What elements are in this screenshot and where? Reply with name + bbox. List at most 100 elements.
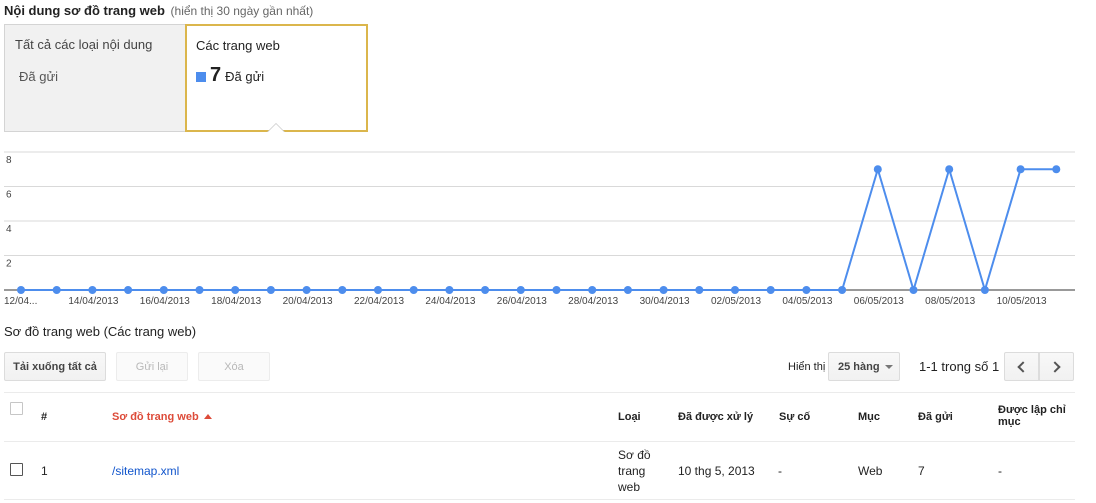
tab-all-label: Tất cả các loại nội dung bbox=[15, 37, 153, 52]
x-tick-label: 28/04/2013 bbox=[568, 296, 618, 307]
y-tick-label: 8 bbox=[6, 155, 12, 166]
data-point bbox=[588, 286, 597, 294]
col-header-num: # bbox=[41, 411, 48, 423]
table-title: Sơ đồ trang web (Các trang web) bbox=[4, 324, 197, 339]
y-tick-label: 4 bbox=[6, 224, 12, 235]
content-type-tabs: Tất cả các loại nội dung Đã gửi Các tran… bbox=[4, 24, 368, 132]
data-point bbox=[516, 286, 525, 294]
previous-page-button[interactable] bbox=[1004, 352, 1039, 381]
tab-web-label: Các trang web bbox=[196, 38, 280, 53]
data-point bbox=[302, 286, 311, 294]
x-tick-label: 20/04/2013 bbox=[283, 296, 333, 307]
data-point bbox=[88, 286, 97, 294]
tab-web-sub-label: Đã gửi bbox=[225, 69, 265, 84]
x-tick-label: 04/05/2013 bbox=[782, 296, 832, 307]
x-tick-label: 22/04/2013 bbox=[354, 296, 404, 307]
data-point bbox=[623, 286, 632, 294]
col-header-processed[interactable]: Đã được xử lý bbox=[678, 411, 753, 423]
data-point bbox=[980, 286, 989, 294]
data-point bbox=[52, 286, 61, 294]
x-tick-label: 10/05/2013 bbox=[997, 296, 1047, 307]
x-tick-label: 26/04/2013 bbox=[497, 296, 547, 307]
chevron-right-icon bbox=[1049, 360, 1061, 373]
row-issues: - bbox=[778, 464, 782, 478]
tab-web-pages[interactable]: Các trang web 7 Đã gửi bbox=[185, 24, 368, 132]
y-tick-label: 6 bbox=[6, 190, 12, 201]
data-point bbox=[552, 286, 561, 294]
sort-ascending-icon bbox=[203, 414, 212, 419]
y-tick-label: 2 bbox=[6, 259, 12, 270]
data-point bbox=[1016, 165, 1025, 174]
data-point bbox=[1052, 165, 1061, 174]
active-tab-caret bbox=[267, 123, 285, 132]
row-checkbox[interactable] bbox=[10, 463, 23, 476]
chevron-left-icon bbox=[1017, 360, 1029, 373]
tab-web-count: 7 bbox=[210, 64, 222, 86]
data-point bbox=[873, 165, 882, 174]
data-point bbox=[231, 286, 240, 294]
col-header-issues[interactable]: Sự cố bbox=[779, 411, 810, 423]
row-type: Sơ đồ trang web bbox=[618, 447, 651, 495]
data-point bbox=[838, 286, 847, 294]
data-point bbox=[124, 286, 133, 294]
data-point bbox=[409, 286, 418, 294]
col-header-indexed-line2: mục bbox=[998, 416, 1021, 428]
col-header-type[interactable]: Loại bbox=[618, 411, 641, 423]
col-header-indexed[interactable]: Được lập chỉ mục bbox=[998, 404, 1066, 428]
row-indexed: - bbox=[998, 464, 1002, 478]
data-point bbox=[159, 286, 168, 294]
delete-button[interactable]: Xóa bbox=[198, 352, 270, 381]
sitemap-line-chart: 2 4 6 8 12/04... 14/04/2013 16/04/2013 18/04/20… bbox=[4, 151, 1075, 307]
x-tick-label: 06/05/2013 bbox=[854, 296, 904, 307]
rows-per-page-label: Hiển thị bbox=[788, 361, 826, 373]
data-point bbox=[374, 286, 382, 294]
series-color-swatch bbox=[196, 71, 206, 82]
data-point bbox=[445, 286, 454, 294]
x-tick-label: 16/04/2013 bbox=[140, 296, 190, 307]
row-item: Web bbox=[858, 464, 883, 478]
section-heading: Nội dung sơ đồ trang web bbox=[4, 3, 165, 18]
section-subtitle: (hiển thị 30 ngày gần nhất) bbox=[170, 4, 314, 18]
data-point bbox=[481, 286, 490, 294]
table-header: # Sơ đồ trang web Loại Đã được xử lý Sự … bbox=[4, 392, 1075, 442]
data-point bbox=[338, 286, 347, 294]
x-tick-label: 18/04/2013 bbox=[211, 296, 261, 307]
col-header-indexed-line1: Được lập chỉ bbox=[998, 404, 1066, 416]
data-point bbox=[731, 286, 739, 294]
row-type-line2: trang bbox=[618, 464, 646, 478]
data-point bbox=[17, 286, 25, 294]
resend-button[interactable]: Gửi lại bbox=[116, 352, 188, 381]
col-header-submitted[interactable]: Đã gửi bbox=[918, 411, 953, 423]
col-header-sitemap-label: Sơ đồ trang web bbox=[112, 411, 199, 423]
row-submitted: 7 bbox=[918, 464, 925, 478]
select-all-checkbox[interactable] bbox=[10, 402, 23, 415]
row-num: 1 bbox=[41, 464, 48, 478]
row-type-line3: web bbox=[618, 480, 641, 494]
data-point bbox=[766, 286, 775, 294]
x-tick-label: 02/05/2013 bbox=[711, 296, 761, 307]
row-type-line1: Sơ đồ bbox=[618, 448, 651, 462]
table-row: 1 /sitemap.xml Sơ đồ trang web 10 thg 5,… bbox=[4, 443, 1075, 500]
series-line bbox=[21, 165, 1057, 294]
x-tick-label: 14/04/2013 bbox=[68, 296, 118, 307]
sitemap-link[interactable]: /sitemap.xml bbox=[112, 464, 179, 478]
pagination-info: 1-1 trong số 1 bbox=[919, 359, 1000, 374]
rows-per-page-select[interactable]: 25 hàng bbox=[828, 352, 900, 381]
data-point bbox=[695, 286, 704, 294]
col-header-item[interactable]: Mục bbox=[858, 411, 880, 423]
data-point bbox=[266, 286, 275, 294]
chevron-down-icon bbox=[884, 364, 893, 369]
data-point bbox=[659, 286, 668, 294]
tab-web-stat: 7 Đã gửi bbox=[196, 64, 264, 87]
data-point bbox=[945, 165, 954, 174]
x-tick-label: 30/04/2013 bbox=[640, 296, 690, 307]
next-page-button[interactable] bbox=[1039, 352, 1074, 381]
section-title: Nội dung sơ đồ trang web (hiển thị 30 ng… bbox=[4, 3, 313, 18]
data-point bbox=[195, 286, 204, 294]
x-tick-label: 24/04/2013 bbox=[425, 296, 475, 307]
tab-all-content-types[interactable]: Tất cả các loại nội dung Đã gửi bbox=[4, 24, 186, 132]
tab-all-sub-label: Đã gửi bbox=[19, 69, 59, 84]
download-all-button[interactable]: Tải xuống tất cả bbox=[4, 352, 106, 381]
col-header-sitemap[interactable]: Sơ đồ trang web bbox=[112, 411, 212, 423]
rows-per-page-value: 25 hàng bbox=[838, 360, 880, 373]
